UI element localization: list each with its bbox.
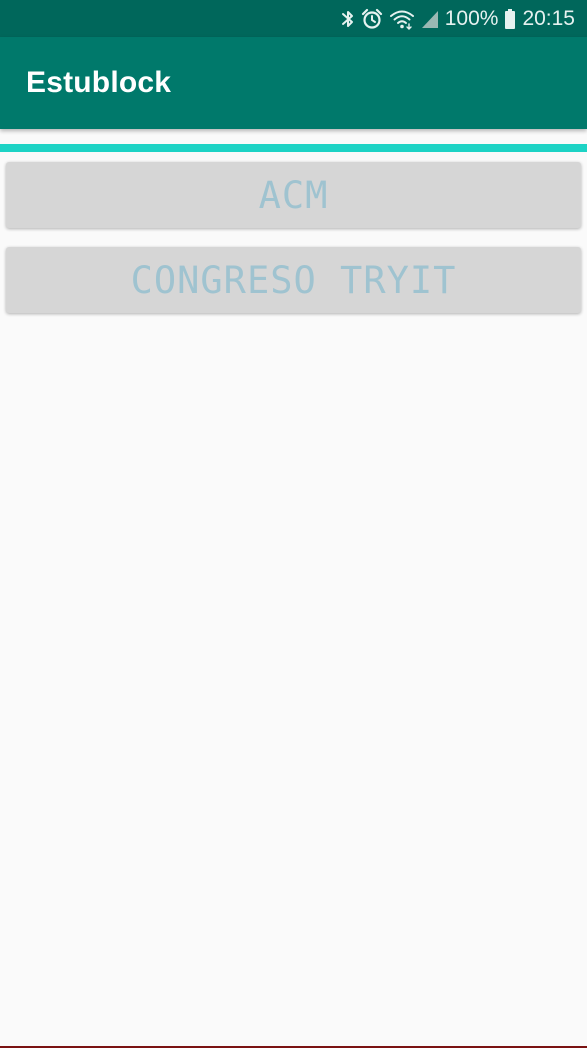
alarm-icon: [361, 8, 383, 30]
congreso-tryit-button[interactable]: CONGRESO TRYIT: [6, 247, 581, 313]
battery-icon: [504, 8, 516, 30]
app-bar: Estublock: [0, 37, 587, 129]
status-time: 20:15: [522, 6, 575, 30]
battery-percent: 100%: [444, 6, 499, 30]
accent-divider: [0, 144, 587, 152]
acm-button[interactable]: ACM: [6, 162, 581, 228]
signal-icon: [421, 8, 439, 30]
app-title: Estublock: [26, 66, 172, 99]
status-bar: 100% 20:15: [0, 0, 587, 37]
wifi-icon: [389, 8, 415, 30]
bluetooth-icon: [341, 8, 355, 30]
